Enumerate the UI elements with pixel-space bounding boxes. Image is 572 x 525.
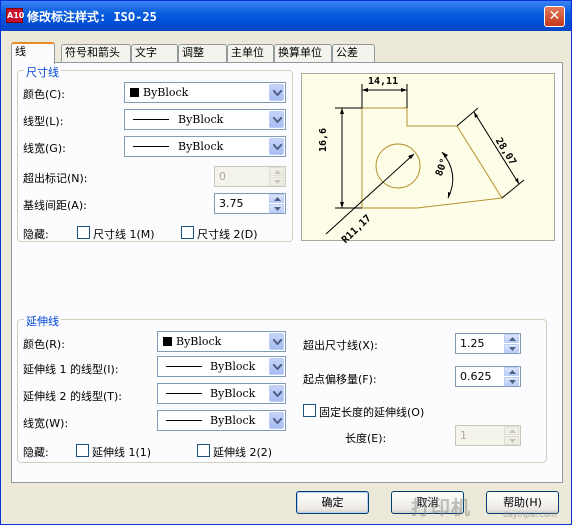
line-sample: [166, 366, 202, 367]
offset-from-origin-label: 起点偏移量(F):: [303, 373, 377, 386]
dialog-title: 修改标注样式: ISO-25: [27, 10, 157, 24]
suppress-extline2-checkbox[interactable]: [197, 444, 210, 457]
dialog-window: A10 修改标注样式: ISO-25 ✕ 线 符号和箭头 文字 调整 主单位 换…: [0, 0, 572, 525]
extline2-linetype-label: 延伸线 2 的线型(T):: [23, 390, 122, 403]
extline-lineweight-select[interactable]: ByBlock: [157, 410, 286, 431]
spin-up-icon[interactable]: [504, 367, 519, 376]
extension-lines-title: 延伸线: [24, 313, 61, 329]
dimline-linetype-value: ByBlock: [178, 113, 224, 126]
chevron-down-icon[interactable]: [269, 138, 284, 155]
extend-beyond-dimlines-spinner[interactable]: 1.25: [455, 333, 521, 354]
extline1-linetype-label: 延伸线 1 的线型(I):: [23, 363, 119, 376]
spin-down-icon: [504, 436, 519, 445]
close-button[interactable]: ✕: [544, 6, 565, 27]
fixed-length-checkbox[interactable]: [303, 404, 316, 417]
suppress-extline1-label[interactable]: 延伸线 1(1): [92, 444, 151, 460]
extline1-linetype-select[interactable]: ByBlock: [157, 356, 286, 377]
extline-color-label: 颜色(R):: [23, 338, 65, 351]
suppress-dimline2-checkbox[interactable]: [181, 226, 194, 239]
baseline-spacing-value[interactable]: 3.75: [219, 197, 244, 210]
title-bar: A10 修改标注样式: ISO-25 ✕: [1, 1, 571, 31]
preview-dim-left: 16,6: [318, 127, 329, 152]
length-spinner: 1: [455, 425, 521, 446]
length-label: 长度(E):: [345, 432, 387, 445]
dimline-color-select[interactable]: ByBlock: [124, 82, 286, 103]
extline-lineweight-value: ByBlock: [210, 414, 256, 427]
extline-color-value: ByBlock: [176, 335, 222, 348]
spin-down-icon: [269, 177, 284, 186]
preview-dim-top: 14,11: [368, 76, 399, 87]
tab-text[interactable]: 文字: [131, 44, 178, 62]
spin-up-icon[interactable]: [269, 194, 284, 203]
chevron-down-icon[interactable]: [269, 385, 284, 402]
chevron-down-icon[interactable]: [269, 111, 284, 128]
dimline-suppress-label: 隐藏:: [23, 228, 49, 241]
suppress-dimline1-checkbox[interactable]: [77, 226, 90, 239]
line-sample: [133, 119, 169, 120]
tab-tolerances[interactable]: 公差: [332, 44, 375, 62]
dimline-color-label: 颜色(C):: [23, 88, 65, 101]
line-sample: [166, 420, 202, 421]
extend-beyond-dimlines-label: 超出尺寸线(X):: [303, 339, 378, 352]
chevron-down-icon[interactable]: [269, 358, 284, 375]
tab-lines[interactable]: 线: [11, 42, 55, 64]
spin-down-icon[interactable]: [504, 344, 519, 353]
suppress-extline1-checkbox[interactable]: [76, 444, 89, 457]
tab-fit[interactable]: 调整: [178, 44, 227, 62]
chevron-down-icon[interactable]: [269, 84, 284, 101]
spin-down-icon[interactable]: [504, 377, 519, 386]
dimline-lineweight-select[interactable]: ByBlock: [124, 136, 286, 157]
extend-beyond-ticks-value: 0: [219, 170, 226, 183]
ok-button[interactable]: 确定: [296, 491, 369, 514]
suppress-extline2-label[interactable]: 延伸线 2(2): [213, 444, 272, 460]
extend-beyond-ticks-label: 超出标记(N):: [23, 172, 88, 185]
dimline-linetype-label: 线型(L):: [23, 115, 64, 128]
offset-from-origin-value[interactable]: 0.625: [460, 370, 492, 383]
extline2-linetype-value: ByBlock: [210, 387, 256, 400]
chevron-down-icon[interactable]: [269, 333, 284, 350]
spin-down-icon[interactable]: [269, 204, 284, 213]
extline2-linetype-select[interactable]: ByBlock: [157, 383, 286, 404]
style-preview: 14,11 16,6 28,07 80° R11,17: [301, 73, 555, 246]
tab-symbols-arrows[interactable]: 符号和箭头: [61, 44, 131, 62]
extline-color-select[interactable]: ByBlock: [157, 331, 286, 352]
extline-suppress-label: 隐藏:: [23, 446, 49, 459]
baseline-spacing-label: 基线间距(A):: [23, 199, 87, 212]
dimension-lines-title: 尺寸线: [24, 64, 61, 80]
spin-up-icon: [269, 167, 284, 176]
spin-up-icon: [504, 426, 519, 435]
line-sample: [166, 393, 202, 394]
watermark-url: dayinpai.com: [503, 510, 557, 519]
dimline-lineweight-label: 线宽(G):: [23, 142, 66, 155]
suppress-dimline2-label[interactable]: 尺寸线 2(D): [197, 226, 258, 242]
extend-beyond-dimlines-value[interactable]: 1.25: [460, 337, 485, 350]
spin-up-icon[interactable]: [504, 334, 519, 343]
dimline-lineweight-value: ByBlock: [178, 140, 224, 153]
autocad-icon: A10: [6, 8, 24, 23]
baseline-spacing-spinner[interactable]: 3.75: [214, 193, 286, 214]
extline1-linetype-value: ByBlock: [210, 360, 256, 373]
watermark-text: 打印机: [411, 497, 472, 519]
suppress-dimline1-label[interactable]: 尺寸线 1(M): [93, 226, 155, 242]
tab-primary-units[interactable]: 主单位: [227, 44, 274, 62]
extline-lineweight-label: 线宽(W):: [23, 417, 69, 430]
chevron-down-icon[interactable]: [269, 412, 284, 429]
extend-beyond-ticks-spinner: 0: [214, 166, 286, 187]
length-value: 1: [460, 429, 467, 442]
color-swatch: [130, 88, 139, 97]
dimline-color-value: ByBlock: [143, 86, 189, 99]
fixed-length-label[interactable]: 固定长度的延伸线(O): [319, 404, 424, 420]
tab-alternate-units[interactable]: 换算单位: [274, 44, 332, 62]
color-swatch: [163, 337, 172, 346]
line-sample: [133, 146, 169, 147]
dimline-linetype-select[interactable]: ByBlock: [124, 109, 286, 130]
offset-from-origin-spinner[interactable]: 0.625: [455, 366, 521, 387]
